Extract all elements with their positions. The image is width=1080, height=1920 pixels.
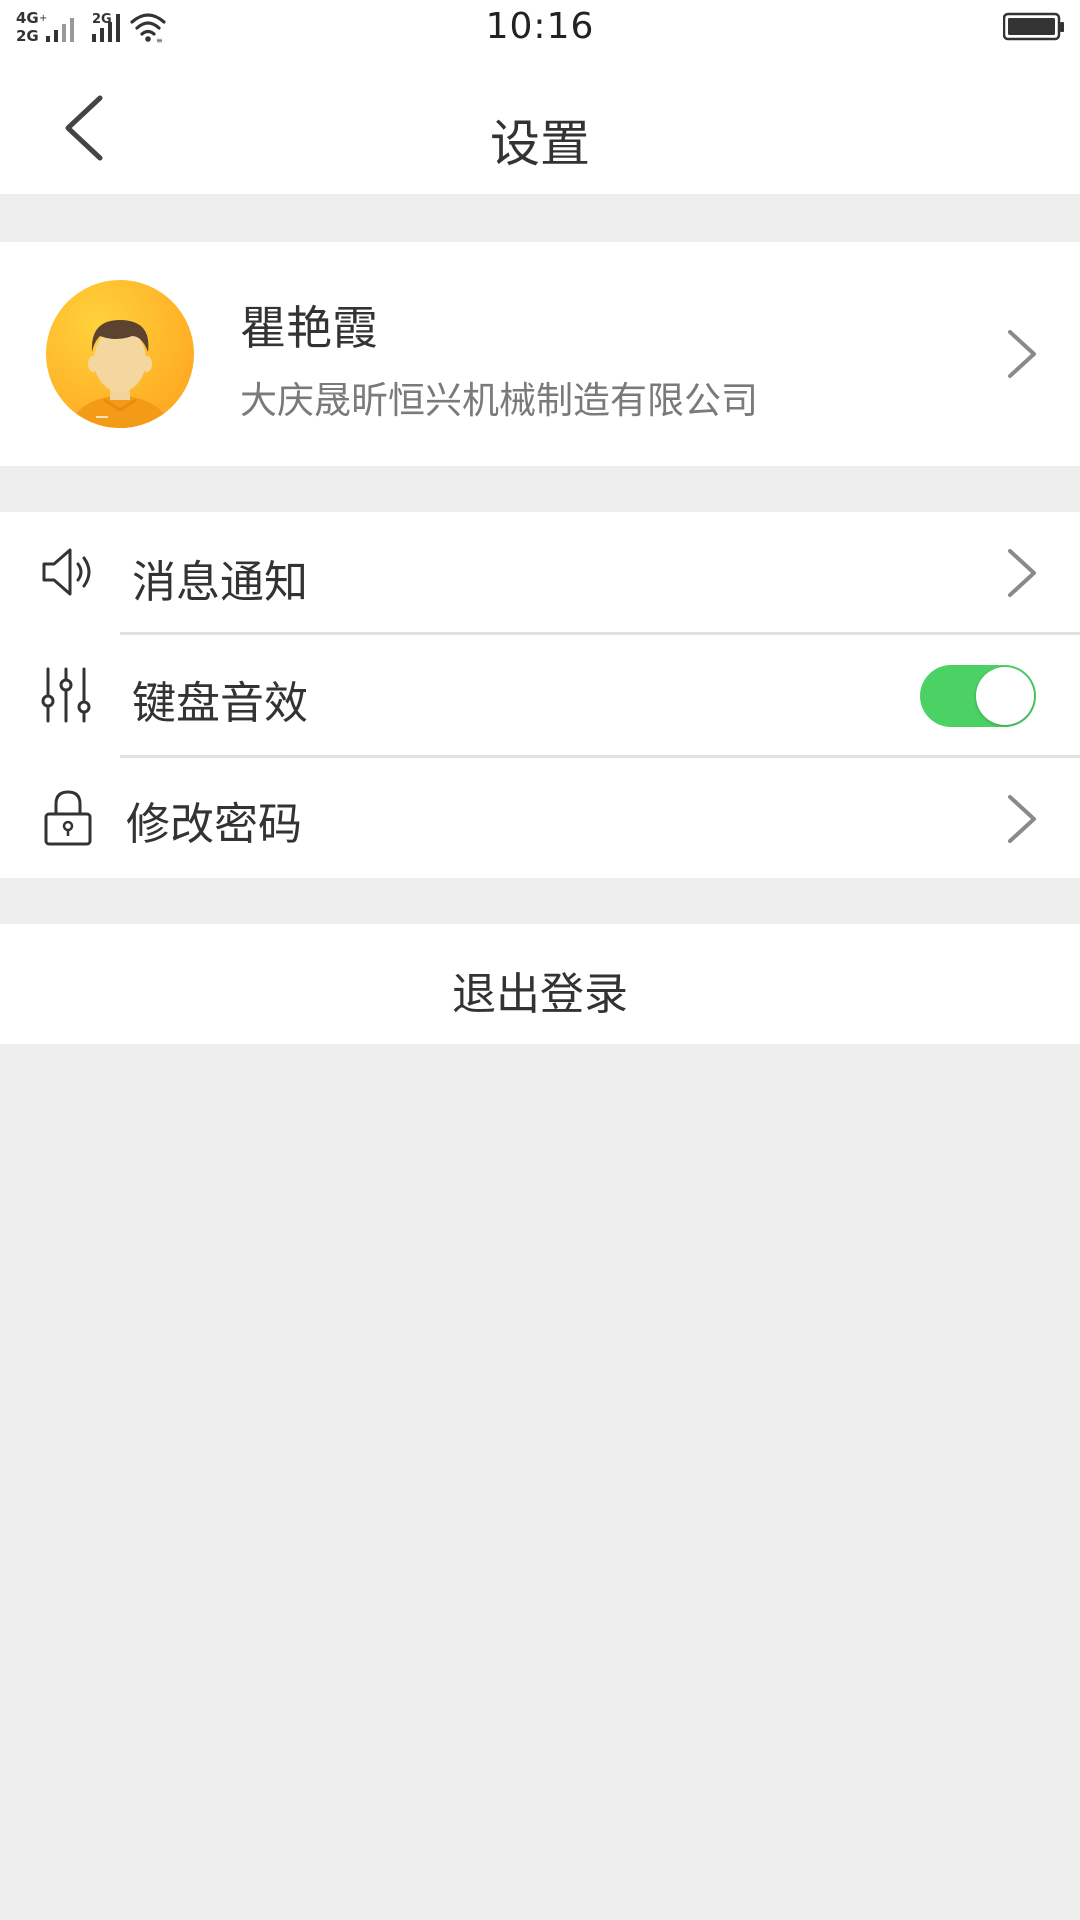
sliders-icon bbox=[41, 667, 91, 723]
chevron-right-icon bbox=[1008, 795, 1036, 843]
battery-icon bbox=[1003, 12, 1064, 41]
speaker-icon bbox=[42, 548, 91, 596]
user-avatar-icon bbox=[46, 280, 194, 428]
keyboard-sound-toggle[interactable] bbox=[920, 665, 1036, 727]
settings-item-label: 修改密码 bbox=[126, 799, 302, 850]
toggle-knob bbox=[976, 667, 1034, 725]
settings-item-keyboard-sound: 键盘音效 bbox=[0, 635, 1080, 757]
logout-button[interactable]: 退出登录 bbox=[0, 924, 1080, 1044]
status-bar: 4G + 2G 2G ≡ 10:16 bbox=[0, 0, 1080, 58]
settings-item-label: 消息通知 bbox=[132, 557, 308, 608]
status-time: 10:16 bbox=[485, 6, 595, 47]
chevron-right-icon bbox=[1008, 549, 1036, 597]
profile-name: 瞿艳霞 bbox=[240, 301, 378, 355]
logout-label: 退出登录 bbox=[452, 969, 628, 1020]
header: 设置 bbox=[0, 58, 1080, 194]
page-title: 设置 bbox=[490, 115, 590, 173]
settings-screen: 4G + 2G 2G ≡ 10:16 设置 瞿艳霞 大庆晟昕恒兴机械制造有限公司… bbox=[0, 0, 1080, 1920]
profile-card[interactable]: 瞿艳霞 大庆晟昕恒兴机械制造有限公司 bbox=[0, 242, 1080, 466]
chevron-right-icon bbox=[1008, 330, 1036, 378]
settings-item-notifications[interactable]: 消息通知 bbox=[0, 512, 1080, 634]
settings-item-change-password[interactable]: 修改密码 bbox=[0, 758, 1080, 880]
settings-item-label: 键盘音效 bbox=[132, 678, 308, 729]
settings-list: 消息通知 键盘音效 修改密码 bbox=[0, 512, 1080, 878]
profile-company: 大庆晟昕恒兴机械制造有限公司 bbox=[240, 379, 758, 422]
lock-icon bbox=[44, 790, 92, 846]
